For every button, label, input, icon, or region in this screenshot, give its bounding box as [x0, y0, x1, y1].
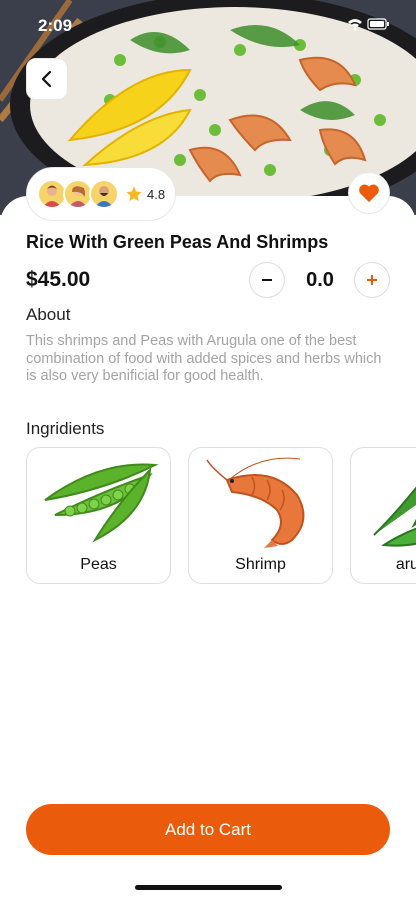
- about-heading: About: [26, 305, 71, 324]
- shrimp-icon: [205, 457, 304, 548]
- product-price: $45.00: [26, 268, 91, 291]
- battery-icon: [367, 18, 389, 30]
- heart-icon: [359, 184, 379, 203]
- status-time: 2:09: [38, 16, 73, 35]
- plus-icon: [367, 275, 377, 285]
- star-icon: [126, 186, 142, 202]
- home-indicator: [135, 885, 282, 890]
- ingredient-label: Peas: [80, 556, 117, 573]
- back-button[interactable]: [26, 58, 68, 100]
- ingredients-list: Peas Shrimp arugula: [26, 447, 416, 587]
- quantity-value: 0.0: [306, 269, 334, 291]
- about-text: This shrimps and Peas with Arugula one o…: [26, 333, 382, 384]
- ingredient-card-arugula[interactable]: arugula: [350, 447, 416, 584]
- back-arrow-icon: [41, 70, 52, 88]
- ingredient-card-peas[interactable]: Peas: [26, 447, 171, 584]
- avatar: [89, 179, 119, 209]
- quantity-decrease-button[interactable]: [249, 262, 285, 298]
- status-icons: [346, 17, 390, 36]
- ingredient-card-shrimp[interactable]: Shrimp: [188, 447, 333, 584]
- product-title: Rice With Green Peas And Shrimps: [26, 232, 329, 252]
- ingredient-label: arugula: [395, 556, 416, 573]
- ingredients-heading: Ingridients: [26, 419, 105, 438]
- wifi-icon: [348, 19, 362, 31]
- rating-pill[interactable]: 4.8: [26, 167, 176, 221]
- minus-icon: [262, 279, 272, 281]
- peas-icon: [43, 462, 159, 542]
- favorite-button[interactable]: [348, 172, 390, 214]
- quantity-increase-button[interactable]: [354, 262, 390, 298]
- ingredient-label: Shrimp: [235, 556, 286, 573]
- arugula-icon: [372, 485, 416, 547]
- rating-value: 4.8: [147, 186, 166, 202]
- add-to-cart-button[interactable]: Add to Cart: [26, 804, 390, 855]
